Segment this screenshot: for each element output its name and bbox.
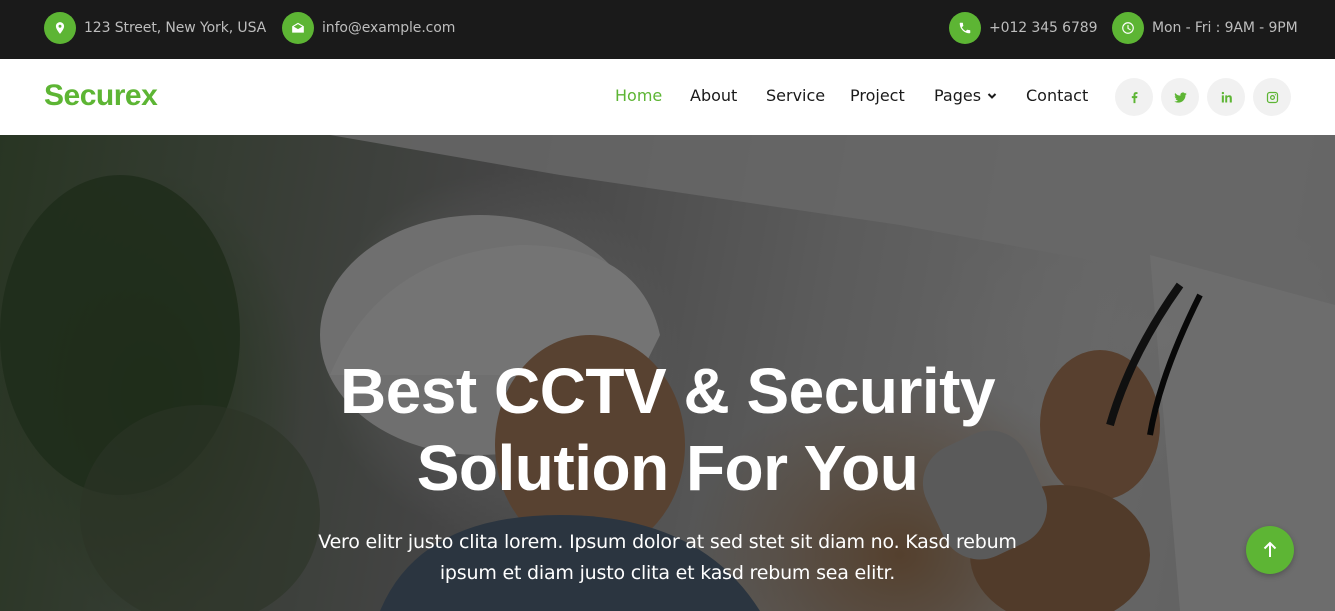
top-bar: 123 Street, New York, USA info@example.c… [0, 0, 1335, 59]
hours-item: Mon - Fri : 9AM - 9PM [1112, 12, 1298, 44]
clock-icon [1112, 12, 1144, 44]
instagram-icon[interactable] [1253, 78, 1291, 116]
nav-home[interactable]: Home [615, 86, 662, 105]
phone-item[interactable]: +012 345 6789 [949, 12, 1098, 44]
back-to-top-button[interactable] [1246, 526, 1294, 574]
address-text: 123 Street, New York, USA [84, 20, 267, 36]
twitter-icon[interactable] [1161, 78, 1199, 116]
email-text[interactable]: info@example.com [322, 20, 455, 36]
hero-title: Best CCTV & Security Solution For You [0, 353, 1335, 507]
hero-title-line-2: Solution For You [416, 432, 919, 504]
nav-pages-label: Pages [934, 86, 982, 105]
map-marker-icon [44, 12, 76, 44]
hero-section: Best CCTV & Security Solution For You Ve… [0, 135, 1335, 611]
linkedin-icon[interactable] [1207, 78, 1245, 116]
brand-logo[interactable]: Securex [44, 79, 158, 113]
nav-service[interactable]: Service [766, 86, 825, 105]
email-item[interactable]: info@example.com [282, 12, 455, 44]
address-item: 123 Street, New York, USA [44, 12, 266, 44]
arrow-up-icon [1263, 541, 1277, 557]
nav-contact[interactable]: Contact [1026, 86, 1088, 105]
envelope-icon [282, 12, 314, 44]
nav-pages-dropdown[interactable]: Pages [934, 86, 997, 105]
nav-project[interactable]: Project [850, 86, 905, 105]
phone-text[interactable]: +012 345 6789 [989, 20, 1098, 36]
main-navbar: Securex Home About Service Project Pages… [0, 59, 1335, 135]
chevron-down-icon [987, 92, 997, 99]
facebook-icon[interactable] [1115, 78, 1153, 116]
hero-description: Vero elitr justo clita lorem. Ipsum dolo… [318, 531, 1017, 584]
phone-icon [949, 12, 981, 44]
hero-title-line-1: Best CCTV & Security [339, 355, 996, 427]
hours-text: Mon - Fri : 9AM - 9PM [1152, 20, 1298, 36]
nav-about[interactable]: About [690, 86, 737, 105]
